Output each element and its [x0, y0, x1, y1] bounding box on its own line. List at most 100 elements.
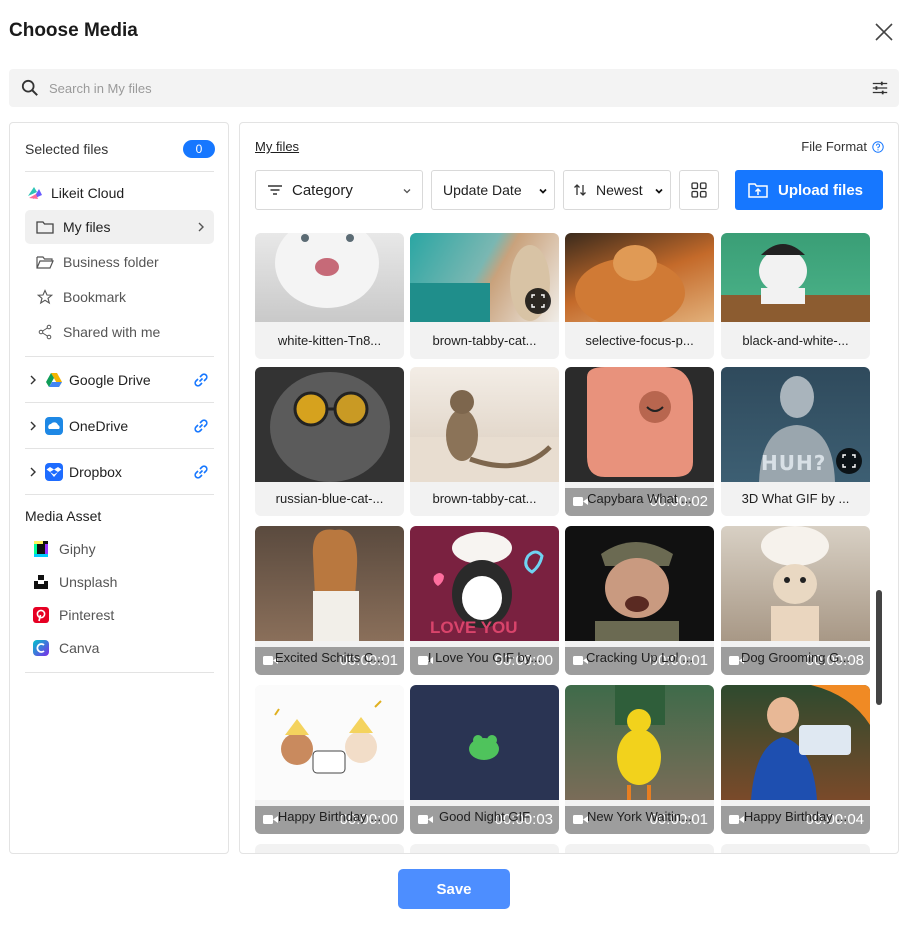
- file-card[interactable]: 00:00:02 Capybara What ...: [565, 367, 714, 516]
- dialog-title: Choose Media: [9, 20, 138, 41]
- file-format-info[interactable]: File Format: [801, 139, 884, 154]
- sort-order-value: Newest: [596, 182, 643, 198]
- link-icon[interactable]: [192, 371, 210, 389]
- sidebar-item-label: My files: [63, 219, 111, 235]
- category-label: Category: [292, 181, 353, 199]
- asset-label: Canva: [59, 640, 100, 656]
- file-card[interactable]: brown-tabby-cat...: [410, 233, 559, 359]
- sidebar-item-business-folder[interactable]: Business folder: [25, 245, 214, 279]
- file-caption: Good Night GIF: [438, 809, 531, 824]
- help-circle-icon[interactable]: [872, 140, 884, 153]
- file-card[interactable]: [410, 844, 559, 853]
- file-card[interactable]: [255, 844, 404, 853]
- likeit-cloud-header: Likeit Cloud: [25, 181, 214, 205]
- link-icon[interactable]: [192, 463, 210, 481]
- folder-icon: [35, 217, 55, 237]
- dropbox-icon: [45, 463, 63, 481]
- file-card[interactable]: 00:00:08 Dog Grooming G...: [721, 526, 870, 675]
- thumbnail-image: [255, 367, 404, 482]
- file-card[interactable]: selective-focus-p...: [565, 233, 714, 359]
- giphy-icon: [32, 540, 50, 558]
- search-bar: [9, 69, 899, 107]
- file-browser-panel: My files File Format Category Update Dat…: [239, 122, 899, 854]
- file-card[interactable]: 00:00:01 Excited Schitts C...: [255, 526, 404, 675]
- file-caption: I Love You GIF by...: [427, 650, 542, 665]
- file-card[interactable]: russian-blue-cat-...: [255, 367, 404, 516]
- file-card[interactable]: 00:00:01 Cracking Up Lol ...: [565, 526, 714, 675]
- asset-item-unsplash[interactable]: Unsplash: [32, 571, 212, 593]
- grid-view-button[interactable]: [679, 170, 719, 210]
- close-icon[interactable]: [872, 20, 896, 44]
- file-card[interactable]: [565, 844, 714, 853]
- sidebar-item-onedrive[interactable]: OneDrive: [25, 414, 214, 438]
- selected-files-row: Selected files 0: [25, 139, 215, 159]
- upload-files-button[interactable]: Upload files: [735, 170, 883, 210]
- grid-view-icon: [691, 182, 707, 198]
- sidebar-item-shared-with-me[interactable]: Shared with me: [25, 315, 214, 349]
- file-caption: 3D What GIF by ...: [741, 491, 850, 506]
- star-icon: [35, 287, 55, 307]
- canva-icon: [32, 639, 50, 657]
- sidebar-item-my-files[interactable]: My files: [25, 210, 214, 244]
- file-caption: Cracking Up Lol ...: [586, 650, 693, 665]
- drive-label: Dropbox: [69, 464, 122, 480]
- file-card[interactable]: black-and-white-...: [721, 233, 870, 359]
- sidebar-item-bookmark[interactable]: Bookmark: [25, 280, 214, 314]
- thumbnail-image: [255, 685, 404, 800]
- google-drive-icon: [45, 371, 63, 389]
- chevron-right-icon: [30, 421, 36, 431]
- chevron-down-icon: [539, 188, 547, 194]
- expand-icon[interactable]: [525, 288, 551, 314]
- sidebar-item-label: Business folder: [63, 254, 159, 270]
- selected-count-badge: 0: [183, 140, 215, 158]
- file-card[interactable]: brown-tabby-cat...: [410, 367, 559, 516]
- chevron-right-icon: [198, 222, 204, 232]
- filter-lines-icon: [268, 185, 282, 195]
- chevron-right-icon: [30, 375, 36, 385]
- asset-label: Giphy: [59, 541, 96, 557]
- save-button[interactable]: Save: [398, 869, 510, 909]
- pinterest-icon: [32, 606, 50, 624]
- asset-item-pinterest[interactable]: Pinterest: [32, 604, 212, 626]
- expand-icon[interactable]: [836, 448, 862, 474]
- sort-field-select[interactable]: Update Date: [431, 170, 555, 210]
- chevron-down-icon: [655, 188, 663, 194]
- media-asset-title: Media Asset: [25, 508, 102, 524]
- breadcrumb-my-files[interactable]: My files: [255, 139, 299, 154]
- sort-field-value: Update Date: [443, 182, 522, 198]
- divider: [25, 494, 214, 495]
- divider: [25, 356, 214, 357]
- sidebar-item-dropbox[interactable]: Dropbox: [25, 460, 214, 484]
- likeit-cloud-label: Likeit Cloud: [51, 185, 125, 201]
- upload-files-label: Upload files: [778, 181, 864, 199]
- file-card[interactable]: HUH? 3D What GIF by ...: [721, 367, 870, 516]
- thumbnail-image: [565, 367, 714, 482]
- file-caption: Happy Birthday ...: [277, 809, 382, 824]
- file-card[interactable]: 00:00:04 Happy Birthday ...: [721, 685, 870, 834]
- thumbnail-image: LOVE YOU: [410, 526, 559, 641]
- category-dropdown[interactable]: Category: [255, 170, 423, 210]
- divider: [25, 448, 214, 449]
- filter-settings-icon[interactable]: [871, 79, 889, 97]
- sidebar-item-label: Shared with me: [63, 324, 161, 340]
- search-input[interactable]: [49, 77, 829, 99]
- search-icon: [21, 79, 38, 96]
- unsplash-icon: [32, 573, 50, 591]
- folder-open-icon: [35, 252, 55, 272]
- sort-order-select[interactable]: Newest: [563, 170, 671, 210]
- link-icon[interactable]: [192, 417, 210, 435]
- file-card[interactable]: 00:00:01 New York Waitin...: [565, 685, 714, 834]
- file-card[interactable]: white-kitten-Tn8...: [255, 233, 404, 359]
- file-card[interactable]: 00:00:03 Good Night GIF: [410, 685, 559, 834]
- file-caption: Dog Grooming G...: [740, 650, 851, 665]
- divider: [25, 171, 214, 172]
- asset-item-giphy[interactable]: Giphy: [32, 538, 212, 560]
- file-card[interactable]: LOVE YOU 00:00:00 I Love You GIF by...: [410, 526, 559, 675]
- asset-item-canva[interactable]: Canva: [32, 637, 212, 659]
- scrollbar-thumb[interactable]: [876, 590, 882, 705]
- thumbnail-image: [255, 233, 404, 322]
- file-card[interactable]: [721, 844, 870, 853]
- drive-label: Google Drive: [69, 372, 151, 388]
- sidebar-item-google-drive[interactable]: Google Drive: [25, 368, 214, 392]
- file-card[interactable]: 00:00:00 Happy Birthday ...: [255, 685, 404, 834]
